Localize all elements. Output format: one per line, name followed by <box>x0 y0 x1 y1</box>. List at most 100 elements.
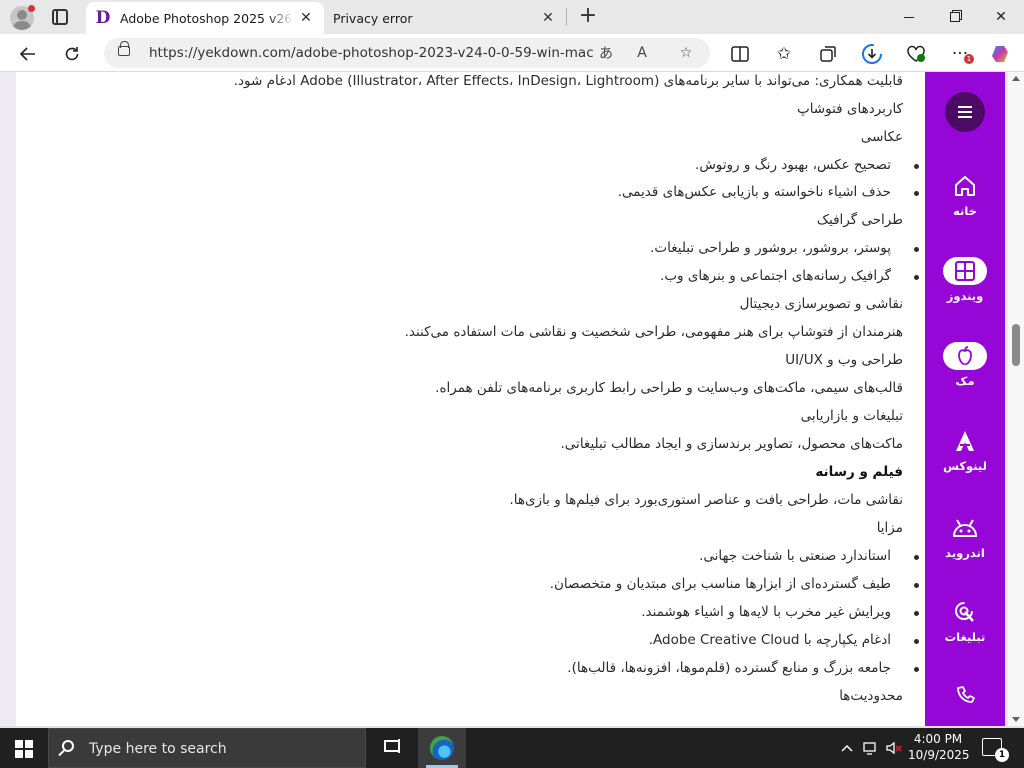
refresh-icon[interactable] <box>58 40 86 68</box>
bullet-dot <box>914 639 919 644</box>
bullet-dot <box>914 611 919 616</box>
close-tab-icon[interactable]: ✕ <box>536 6 560 30</box>
apple-icon <box>943 342 987 370</box>
nav-mac[interactable]: مک <box>925 342 1005 388</box>
nav-linux[interactable]: لینوکس <box>925 427 1005 473</box>
bullet-dot <box>914 164 919 169</box>
nav-label: لینوکس <box>943 459 987 473</box>
windows-taskbar: Type here to search 4:00 PM 10/9/2025 1 <box>0 728 1024 768</box>
nav-home[interactable]: خانه <box>925 172 1005 218</box>
collections-icon[interactable] <box>814 40 842 68</box>
heading-film-media: فیلم و رسانه <box>815 464 903 480</box>
address-bar[interactable]: https://yekdown.com/adobe-photoshop-2023… <box>104 38 710 68</box>
new-tab-plus-icon[interactable]: + <box>576 5 600 29</box>
bullet-dot <box>914 583 919 588</box>
bullet-dot <box>914 247 919 252</box>
heading-photography: عکاسی <box>860 129 903 145</box>
downloads-icon[interactable] <box>858 40 886 68</box>
scroll-up-arrow-icon[interactable] <box>1012 76 1020 81</box>
nav-label: تبلیغات <box>944 630 986 644</box>
tab-title: Privacy error <box>333 10 413 26</box>
paragraph-advertising: ماکت‌های محصول، تصاویر برندسازی و ایجاد … <box>560 436 903 452</box>
nav-label: خانه <box>953 204 977 218</box>
heading-limitations: محدودیت‌ها <box>839 688 903 704</box>
windows-icon <box>943 257 987 285</box>
taskbar-search-box[interactable]: Type here to search <box>48 728 366 768</box>
translate-icon[interactable]: あ <box>594 41 618 65</box>
network-icon[interactable] <box>860 728 882 768</box>
back-arrow-icon[interactable] <box>14 40 42 68</box>
search-placeholder: Type here to search <box>89 741 227 757</box>
page-scrollbar[interactable] <box>1008 72 1024 726</box>
phone-icon <box>943 682 987 710</box>
nav-windows[interactable]: ویندوز <box>925 257 1005 303</box>
scroll-thumb[interactable] <box>1012 324 1020 366</box>
scroll-down-arrow-icon[interactable] <box>1012 717 1020 722</box>
browser-essentials-icon[interactable] <box>902 40 930 68</box>
restore-button[interactable] <box>932 0 978 34</box>
hamburger-menu-button[interactable] <box>945 92 985 132</box>
nav-contact[interactable] <box>925 682 1005 710</box>
bullet-dot <box>914 555 919 560</box>
list-item: ویرایش غیر مخرب با لایه‌ها و اشیاء هوشمن… <box>641 604 891 620</box>
paragraph-digital-painting: هنرمندان از فتوشاپ برای هنر مفهومی، طراح… <box>404 324 903 340</box>
tab-privacy-error[interactable]: Privacy error ✕ <box>326 2 566 34</box>
close-tab-icon[interactable]: ✕ <box>294 6 318 30</box>
linux-icon <box>943 427 987 455</box>
ads-icon <box>943 598 987 626</box>
home-icon <box>943 172 987 200</box>
heading-graphic-design: طراحی گرافیک <box>816 212 903 228</box>
nav-label: ویندوز <box>946 289 984 303</box>
nav-ads[interactable]: تبلیغات <box>925 598 1005 644</box>
list-item: جامعه بزرگ و منابع گسترده (قلم‌موها، افز… <box>567 660 891 676</box>
heading-digital-painting: نقاشی و تصویرسازی دیجیتال <box>739 296 903 312</box>
system-clock[interactable]: 4:00 PM 10/9/2025 <box>908 731 970 763</box>
heading-web-design: طراحی وب و UI/UX <box>785 352 903 368</box>
clock-time: 4:00 PM <box>913 732 963 746</box>
split-screen-icon[interactable] <box>726 40 754 68</box>
paragraph-web-design: قالب‌های سیمی، ماکت‌های وب‌سایت و طراحی … <box>435 380 903 396</box>
list-item: استاندارد صنعتی با شناخت جهانی. <box>699 548 891 564</box>
page-viewport: قابلیت همکاری: می‌تواند با سایر برنامه‌ه… <box>0 72 1008 726</box>
tab-divider <box>566 8 567 26</box>
list-item: ادغام یکپارچه با Adobe Creative Cloud. <box>648 632 891 648</box>
profile-notification-dot <box>28 5 35 12</box>
show-hidden-icons-chevron-icon[interactable] <box>836 728 858 768</box>
side-navigation: خانه ویندوز مک لینوکس اندروید تبلیغات <box>925 72 1005 726</box>
edge-taskbar-app[interactable] <box>418 728 466 768</box>
favorite-star-icon[interactable]: ☆ <box>674 41 698 65</box>
heading-advertising: تبلیغات و بازاریابی <box>800 408 903 424</box>
start-button[interactable] <box>0 728 48 768</box>
nav-label: اندروید <box>945 546 985 560</box>
bullet-dot <box>914 275 919 280</box>
notification-count-badge: 1 <box>995 748 1009 762</box>
list-item: پوستر، بروشور، بروشور و طراحی تبلیغات. <box>650 240 891 256</box>
list-item: گرافیک رسانه‌های اجتماعی و بنرهای وب. <box>660 268 891 284</box>
tab-actions-icon[interactable] <box>52 9 68 25</box>
lock-icon[interactable] <box>118 41 130 56</box>
tab-strip: D Adobe Photoshop 2025 v26.11.0 ✕ Privac… <box>0 0 1024 34</box>
task-view-icon[interactable] <box>368 728 416 768</box>
tab-title: Adobe Photoshop 2025 v26.11.0 <box>120 10 294 26</box>
bullet-dot <box>914 667 919 672</box>
volume-muted-icon[interactable] <box>882 728 906 768</box>
favorites-icon[interactable]: ✩ <box>770 40 798 68</box>
extension-badge: 1 <box>964 54 974 64</box>
search-icon <box>62 740 74 752</box>
paragraph-film-media: نقاشی مات، طراحی بافت و عناصر استوری‌بور… <box>509 492 903 508</box>
bullet-dot <box>914 191 919 196</box>
minimize-button[interactable] <box>886 0 932 34</box>
nav-label: مک <box>955 374 975 388</box>
tab-photoshop[interactable]: D Adobe Photoshop 2025 v26.11.0 ✕ <box>86 2 324 34</box>
url-text[interactable]: https://yekdown.com/adobe-photoshop-2023… <box>149 45 594 61</box>
clock-date: 10/9/2025 <box>908 748 970 762</box>
nav-android[interactable]: اندروید <box>925 514 1005 560</box>
read-aloud-icon[interactable]: A <box>630 41 654 65</box>
list-item: تصحیح عکس، بهبود رنگ و روتوش. <box>695 157 891 173</box>
close-window-button[interactable]: ✕ <box>978 0 1024 34</box>
paragraph-integration: قابلیت همکاری: می‌تواند با سایر برنامه‌ه… <box>233 73 903 89</box>
copilot-icon[interactable] <box>988 40 1016 68</box>
article-body: قابلیت همکاری: می‌تواند با سایر برنامه‌ه… <box>16 72 925 726</box>
android-icon <box>943 514 987 542</box>
browser-toolbar: https://yekdown.com/adobe-photoshop-2023… <box>0 34 1024 72</box>
